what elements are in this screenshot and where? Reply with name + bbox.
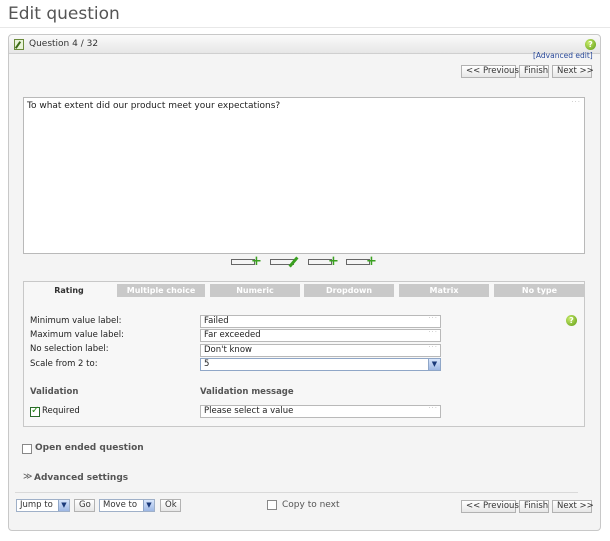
help-icon[interactable]: ? (585, 39, 596, 50)
validation-message-input[interactable]: Please select a value ··· (200, 404, 441, 418)
open-ended-label[interactable]: Open ended question (35, 443, 144, 453)
add-textbox-icon[interactable]: + (231, 255, 263, 268)
add-grid-icon[interactable]: + (308, 255, 340, 268)
title-divider (0, 27, 610, 28)
advanced-settings-toggle[interactable]: Advanced settings (34, 473, 128, 483)
page-title: Edit question (8, 4, 120, 24)
next-button-bottom[interactable]: Next >> (552, 500, 594, 513)
no-selection-input[interactable]: Don't know ··· (200, 343, 441, 357)
chevron-down-icon[interactable]: ▼ (428, 359, 440, 370)
tab-dropdown[interactable]: Dropdown (304, 284, 394, 297)
no-selection-label: No selection label: (30, 344, 109, 354)
scale-value: 5 (204, 359, 210, 369)
edit-textbox-icon[interactable] (270, 256, 302, 268)
question-text-area[interactable]: To what extent did our product meet your… (23, 97, 585, 254)
no-selection-text: Don't know (204, 345, 252, 355)
max-value-text: Far exceeded (204, 330, 261, 340)
validation-message-title: Validation message (200, 387, 294, 397)
double-chevron-down-icon[interactable]: ≫ (23, 472, 32, 482)
question-type-panel: Rating Multiple choice Numeric Dropdown … (23, 281, 585, 427)
go-button[interactable]: Go (74, 499, 95, 512)
finish-button[interactable]: Finish (519, 65, 549, 78)
jump-to-value: Jump to (20, 500, 53, 510)
panel-header: Question 4 / 32 ? (9, 35, 600, 54)
previous-button[interactable]: << Previous (461, 65, 519, 78)
validation-title: Validation (30, 387, 79, 397)
max-value-input[interactable]: Far exceeded ··· (200, 328, 441, 342)
validation-message-text: Please select a value (204, 406, 294, 416)
tab-multiple-choice[interactable]: Multiple choice (117, 284, 205, 297)
question-counter: Question 4 / 32 (29, 39, 99, 49)
next-button[interactable]: Next >> (552, 65, 594, 78)
min-value-input[interactable]: Failed ··· (200, 314, 441, 328)
min-value-label: Minimum value label: (30, 316, 122, 326)
chevron-down-icon[interactable]: ▼ (58, 500, 69, 511)
tab-rating[interactable]: Rating (25, 282, 113, 299)
question-text: To what extent did our product meet your… (27, 101, 281, 111)
chevron-down-icon[interactable]: ▼ (143, 500, 154, 511)
tab-matrix[interactable]: Matrix (399, 284, 489, 297)
advanced-edit-link[interactable]: [Advanced edit] (533, 51, 593, 60)
resize-handle[interactable]: ··· (571, 98, 581, 106)
tab-no-type[interactable]: No type (494, 284, 585, 297)
edit-question-icon (14, 39, 24, 50)
open-ended-checkbox[interactable] (22, 444, 32, 454)
finish-button-bottom[interactable]: Finish (519, 500, 549, 513)
tab-numeric[interactable]: Numeric (210, 284, 300, 297)
rating-help-icon[interactable]: ? (566, 315, 577, 326)
move-to-value: Move to (103, 500, 138, 510)
copy-to-next-label: Copy to next (282, 500, 340, 510)
footer-divider (15, 492, 578, 493)
ok-button[interactable]: Ok (160, 499, 181, 512)
move-to-select[interactable]: Move to ▼ (99, 499, 155, 512)
add-list-icon[interactable]: + (346, 255, 378, 268)
previous-button-bottom[interactable]: << Previous (461, 500, 519, 513)
min-value-text: Failed (204, 316, 229, 326)
required-checkbox[interactable] (30, 405, 40, 417)
scale-label: Scale from 2 to: (30, 359, 98, 369)
copy-to-next-checkbox[interactable] (267, 500, 277, 510)
jump-to-select[interactable]: Jump to ▼ (16, 499, 70, 512)
max-value-label: Maximum value label: (30, 330, 124, 340)
required-label: Required (42, 406, 80, 416)
scale-select[interactable]: 5 ▼ (200, 358, 441, 371)
